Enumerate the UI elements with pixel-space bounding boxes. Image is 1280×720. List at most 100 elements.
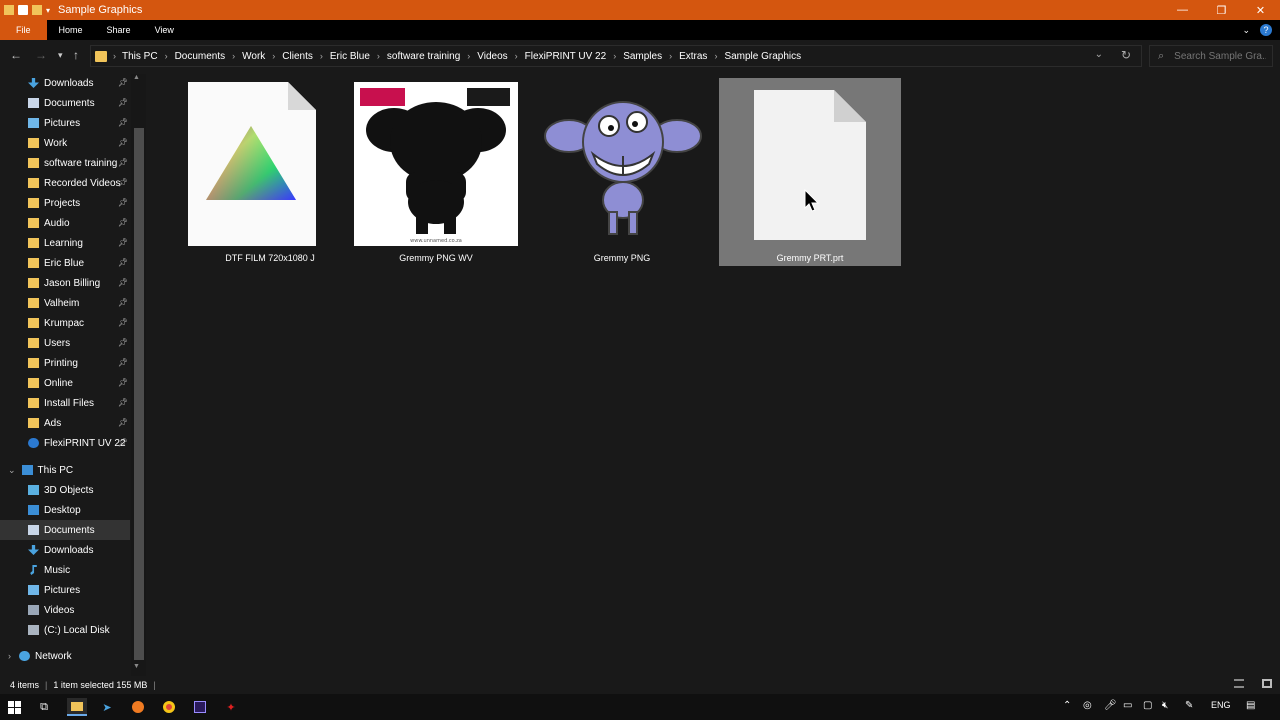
- sidebar-item[interactable]: Work 📌︎: [0, 133, 130, 153]
- sidebar-scroll-thumb[interactable]: [134, 128, 144, 660]
- sidebar-item[interactable]: Recorded Videos 📌︎: [0, 173, 130, 193]
- notifications-icon[interactable]: ▤: [1246, 700, 1255, 711]
- shield-icon[interactable]: ◎: [1083, 700, 1092, 711]
- sidebar-item[interactable]: Krumpac 📌︎: [0, 313, 130, 333]
- sidebar-item[interactable]: 3D Objects: [0, 480, 130, 500]
- file-item[interactable]: DTF FILM 720x1080 J: [179, 78, 361, 266]
- chevron-right-icon[interactable]: ›: [320, 51, 323, 61]
- breadcrumb-item[interactable]: Samples: [623, 51, 662, 62]
- breadcrumb-item[interactable]: software training: [387, 51, 460, 62]
- battery-icon[interactable]: ▭: [1123, 700, 1132, 711]
- forward-arrow-icon[interactable]: →: [35, 48, 47, 62]
- sidebar-item[interactable]: Documents: [0, 520, 130, 540]
- breadcrumb-item[interactable]: Eric Blue: [330, 51, 370, 62]
- sidebar-item[interactable]: Projects 📌︎: [0, 193, 130, 213]
- sidebar-item[interactable]: (C:) Local Disk: [0, 620, 130, 640]
- sidebar-item[interactable]: Eric Blue 📌︎: [0, 253, 130, 273]
- properties-icon[interactable]: [18, 5, 28, 15]
- premiere-icon[interactable]: [191, 698, 209, 716]
- sidebar-item[interactable]: software training 📌︎: [0, 153, 130, 173]
- sidebar-item[interactable]: Install Files 📌︎: [0, 393, 130, 413]
- tab-share[interactable]: Share: [95, 20, 143, 40]
- new-folder-icon[interactable]: [32, 5, 42, 15]
- tab-home[interactable]: Home: [47, 20, 95, 40]
- up-arrow-icon[interactable]: ↑: [73, 48, 79, 62]
- chevron-right-icon[interactable]: ›: [232, 51, 235, 61]
- firefox-icon[interactable]: [129, 698, 147, 716]
- sidebar-item[interactable]: Videos: [0, 600, 130, 620]
- file-explorer-taskbar-icon[interactable]: [67, 698, 87, 716]
- search-input[interactable]: [1174, 50, 1267, 62]
- details-view-icon[interactable]: [1234, 679, 1244, 688]
- microphone-icon[interactable]: 🎤︎: [1104, 700, 1117, 711]
- back-arrow-icon[interactable]: ←: [10, 48, 22, 62]
- chevron-right-icon[interactable]: ›: [113, 51, 116, 61]
- restore-button[interactable]: ❐: [1202, 0, 1241, 20]
- file-item-selected[interactable]: Gremmy PRT.prt: [719, 78, 901, 266]
- sidebar-item[interactable]: Music: [0, 560, 130, 580]
- file-item[interactable]: www.unnamed.co.za Gremmy PNG WV: [345, 78, 527, 266]
- chevron-up-icon[interactable]: ⌃: [1063, 700, 1071, 711]
- task-view-icon[interactable]: ⧉: [35, 698, 53, 716]
- chevron-right-icon[interactable]: ›: [377, 51, 380, 61]
- chevron-right-icon[interactable]: ›: [8, 651, 11, 661]
- chevron-right-icon[interactable]: ›: [613, 51, 616, 61]
- breadcrumb-item[interactable]: Extras: [679, 51, 707, 62]
- network-icon[interactable]: ▢: [1143, 700, 1152, 711]
- breadcrumb-item[interactable]: This PC: [122, 51, 158, 62]
- breadcrumb-item[interactable]: Videos: [477, 51, 507, 62]
- large-icons-view-icon[interactable]: [1262, 679, 1272, 688]
- sidebar-item[interactable]: Documents 📌︎: [0, 93, 130, 113]
- sidebar-item[interactable]: Online 📌︎: [0, 373, 130, 393]
- breadcrumb-item[interactable]: FlexiPRINT UV 22: [525, 51, 607, 62]
- sidebar-item-network[interactable]: › Network: [0, 646, 130, 666]
- file-item[interactable]: Gremmy PNG: [531, 78, 713, 266]
- chevron-right-icon[interactable]: ›: [714, 51, 717, 61]
- recent-locations-icon[interactable]: ▾: [58, 50, 63, 61]
- customize-toolbar-icon[interactable]: ▾: [46, 6, 50, 15]
- breadcrumb-item[interactable]: Sample Graphics: [724, 51, 801, 62]
- sidebar-item[interactable]: Valheim 📌︎: [0, 293, 130, 313]
- sidebar-item[interactable]: Downloads 📌︎: [0, 73, 130, 93]
- minimize-button[interactable]: —: [1163, 0, 1202, 20]
- start-windows-icon[interactable]: [5, 698, 23, 716]
- chevron-right-icon[interactable]: ›: [165, 51, 168, 61]
- send-plane-icon[interactable]: ➤: [98, 698, 116, 716]
- close-button[interactable]: ✕: [1241, 0, 1280, 20]
- chevron-down-icon[interactable]: ⌄: [8, 465, 16, 476]
- refresh-icon[interactable]: ↻: [1121, 48, 1131, 62]
- help-icon[interactable]: ?: [1260, 24, 1272, 36]
- sidebar-item[interactable]: Pictures: [0, 580, 130, 600]
- sidebar-item[interactable]: Pictures 📌︎: [0, 113, 130, 133]
- language-indicator[interactable]: ENG: [1211, 700, 1231, 710]
- red-app-icon[interactable]: ✦: [222, 698, 240, 716]
- chrome-icon[interactable]: [160, 698, 178, 716]
- pen-icon[interactable]: ✎: [1185, 700, 1193, 711]
- volume-muted-icon[interactable]: 🔇︎: [1162, 700, 1168, 711]
- sidebar-item[interactable]: Learning 📌︎: [0, 233, 130, 253]
- sidebar-item[interactable]: Ads 📌︎: [0, 413, 130, 433]
- breadcrumb-item[interactable]: Documents: [175, 51, 226, 62]
- chevron-right-icon[interactable]: ›: [515, 51, 518, 61]
- sidebar-item[interactable]: Audio 📌︎: [0, 213, 130, 233]
- expand-ribbon-icon[interactable]: ⌄: [1242, 25, 1250, 36]
- address-bar[interactable]: › This PC › Documents › Work › Clients › Eric Bl…: [90, 45, 1142, 67]
- scroll-down-icon[interactable]: ▼: [133, 663, 140, 670]
- sidebar-item-this-pc[interactable]: ⌄ This PC: [0, 460, 130, 480]
- chevron-right-icon[interactable]: ›: [272, 51, 275, 61]
- sidebar-item[interactable]: Downloads: [0, 540, 130, 560]
- tab-file[interactable]: File: [0, 20, 47, 40]
- search-box[interactable]: ⌕: [1149, 45, 1273, 67]
- sidebar-item[interactable]: Users 📌︎: [0, 333, 130, 353]
- sidebar-item[interactable]: Desktop: [0, 500, 130, 520]
- sidebar-item[interactable]: FlexiPRINT UV 22 📌︎: [0, 433, 130, 453]
- chevron-right-icon[interactable]: ›: [467, 51, 470, 61]
- breadcrumb-item[interactable]: Clients: [282, 51, 313, 62]
- tab-view[interactable]: View: [143, 20, 186, 40]
- breadcrumb-item[interactable]: Work: [242, 51, 265, 62]
- chevron-down-icon[interactable]: ⌄: [1095, 49, 1103, 60]
- scroll-up-icon[interactable]: ▲: [133, 74, 140, 81]
- sidebar-item[interactable]: Jason Billing 📌︎: [0, 273, 130, 293]
- sidebar-item[interactable]: Printing 📌︎: [0, 353, 130, 373]
- chevron-right-icon[interactable]: ›: [669, 51, 672, 61]
